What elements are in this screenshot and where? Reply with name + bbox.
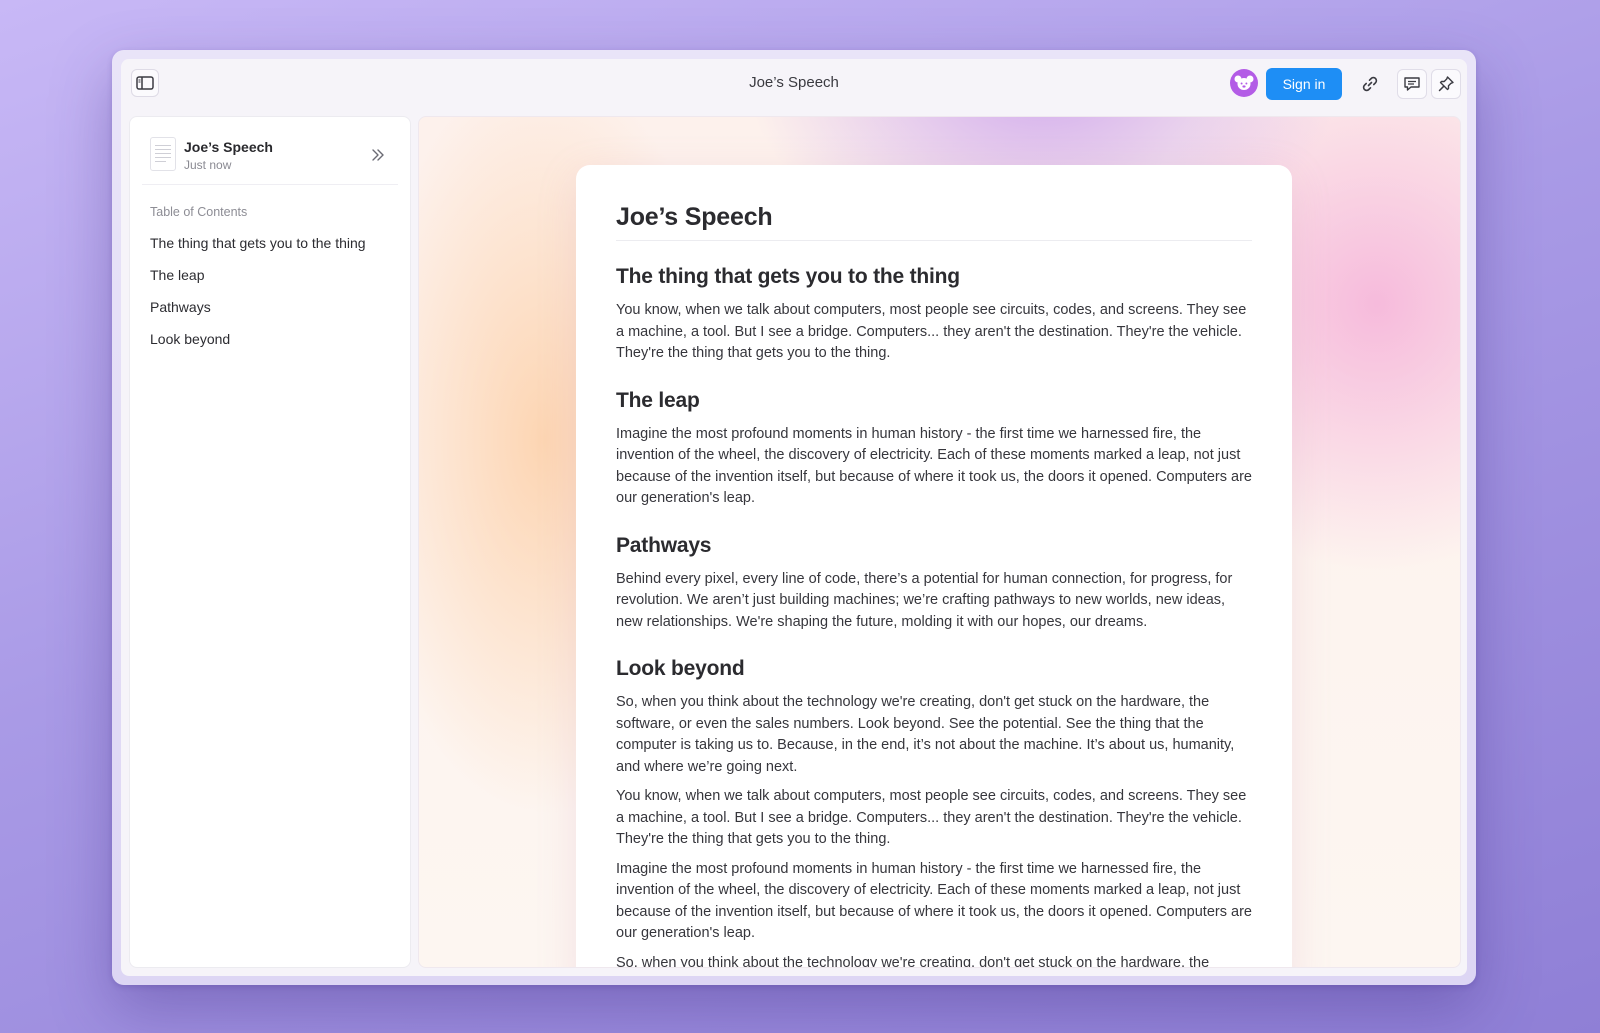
chevrons-right-icon[interactable] <box>368 145 388 165</box>
app-window: Joe’s Speech Sign in Joe’s Speech Just n… <box>112 50 1476 985</box>
document-title: Joe’s Speech <box>616 203 1252 241</box>
section-heading: Pathways <box>616 533 712 557</box>
document-timestamp: Just now <box>184 158 232 172</box>
pin-icon <box>1438 76 1454 92</box>
document-header[interactable]: Joe’s Speech Just now <box>142 129 398 185</box>
paragraph: Behind every pixel, every line of code, … <box>616 570 1233 630</box>
section-heading: Look beyond <box>616 657 745 680</box>
section-heading: The thing that gets you to the thing <box>616 265 960 288</box>
user-avatar[interactable] <box>1230 69 1258 97</box>
paragraph: So, when you think about the technology … <box>616 954 1210 968</box>
comment-icon <box>1404 77 1420 91</box>
toc-list: The thing that gets you to the thing The… <box>150 235 366 363</box>
section-heading: The leap <box>616 388 700 412</box>
paragraph: Imagine the most profound moments in hum… <box>616 860 1252 942</box>
paragraph: You know, when we talk about computers, … <box>616 302 1247 361</box>
window-body: Joe’s Speech Sign in Joe’s Speech Just n… <box>121 59 1467 976</box>
toc-heading: Table of Contents <box>150 205 248 219</box>
copy-link-button[interactable] <box>1355 69 1385 99</box>
toc-item[interactable]: The thing that gets you to the thing <box>150 235 366 267</box>
title-bar: Joe’s Speech Sign in <box>121 59 1467 109</box>
link-icon <box>1362 76 1378 92</box>
document-name: Joe’s Speech <box>184 139 273 155</box>
paragraph: You know, when we talk about computers, … <box>616 788 1247 847</box>
comments-button[interactable] <box>1397 69 1427 99</box>
sidebar: Joe’s Speech Just now Table of Contents … <box>129 116 411 968</box>
sign-in-button[interactable]: Sign in <box>1266 68 1342 100</box>
avatar-icon <box>1234 75 1254 90</box>
toc-item[interactable]: The leap <box>150 267 366 299</box>
pin-button[interactable] <box>1431 69 1461 99</box>
document-page[interactable]: Joe’s Speech The thing that gets you to … <box>576 165 1292 968</box>
paragraph: So, when you think about the technology … <box>616 694 1235 775</box>
document-thumbnail-icon <box>150 137 176 171</box>
document-canvas: Joe’s Speech The thing that gets you to … <box>418 116 1461 968</box>
paragraph: Imagine the most profound moments in hum… <box>616 425 1252 507</box>
toc-item[interactable]: Pathways <box>150 299 366 331</box>
toc-item[interactable]: Look beyond <box>150 331 366 363</box>
